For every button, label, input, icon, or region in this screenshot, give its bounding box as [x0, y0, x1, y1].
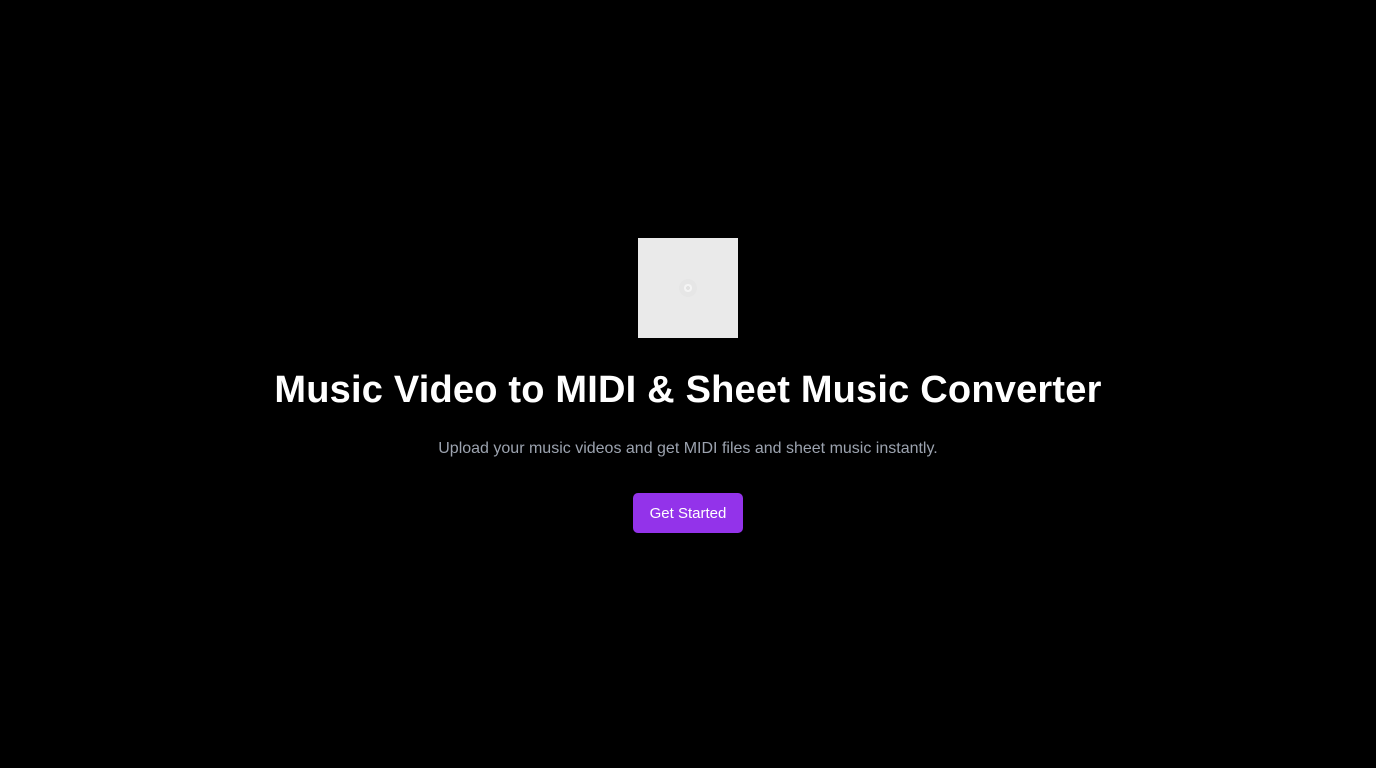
hero-section: Music Video to MIDI & Sheet Music Conver… [0, 238, 1376, 533]
hero-subtitle: Upload your music videos and get MIDI fi… [438, 440, 938, 457]
get-started-button[interactable]: Get Started [633, 493, 743, 533]
loading-spinner-icon [679, 279, 697, 297]
hero-image-placeholder [638, 238, 738, 338]
page-title: Music Video to MIDI & Sheet Music Conver… [274, 369, 1102, 411]
landing-page: Music Video to MIDI & Sheet Music Conver… [0, 0, 1376, 768]
